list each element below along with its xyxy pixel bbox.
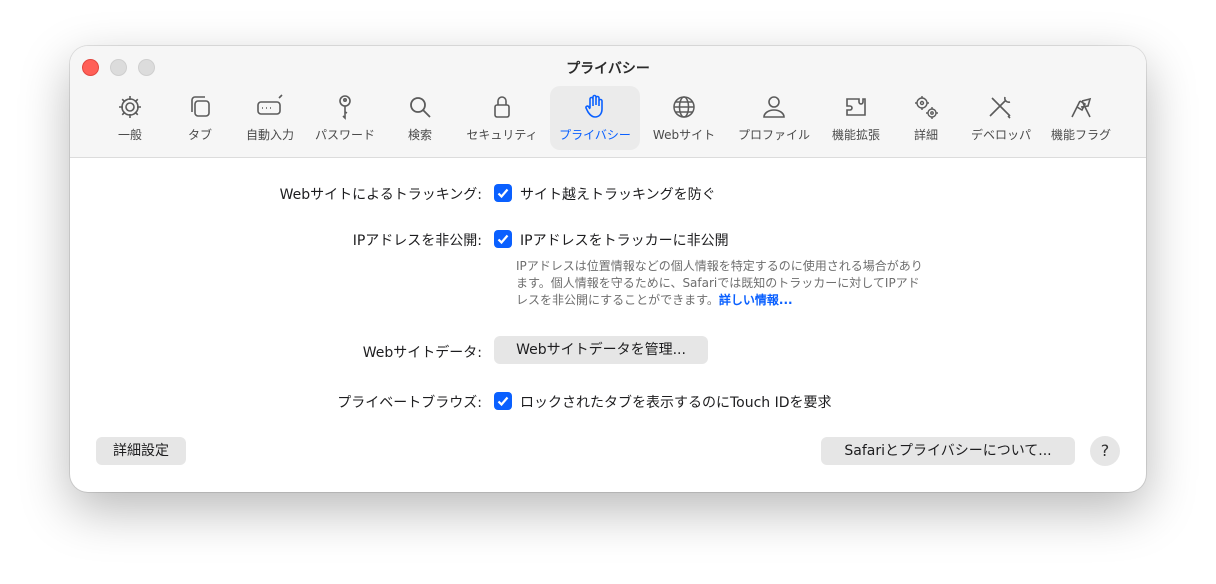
puzzle-icon (841, 92, 871, 122)
private-option-text: ロックされたタブを表示するのにTouch IDを要求 (520, 395, 832, 411)
help-button[interactable]: ? (1090, 436, 1120, 466)
window-title: プライバシー (566, 61, 650, 77)
check-icon (497, 234, 509, 245)
tabs-icon (185, 92, 215, 122)
flags-icon (1066, 92, 1096, 122)
advanced-settings-button[interactable]: 詳細設定 (96, 437, 186, 465)
tab-passwords[interactable]: パスワード (310, 86, 380, 150)
key-icon (330, 92, 360, 122)
search-icon (405, 92, 435, 122)
tab-label: 検索 (407, 128, 432, 142)
tab-extensions[interactable]: 機能拡張 (826, 86, 886, 150)
tab-developer[interactable]: デベロッパ (966, 86, 1036, 150)
tab-privacy[interactable]: プライバシー (550, 86, 640, 150)
titlebar: プライバシー 一般 タブ 自動入力 パスワード 検索 セキュリティ プライバシー… (70, 46, 1146, 158)
prevent-cross-site-tracking-checkbox[interactable] (494, 184, 512, 202)
tab-label: 機能拡張 (831, 128, 880, 142)
tab-label: 機能フラグ (1050, 128, 1111, 142)
tab-label: 一般 (117, 128, 142, 142)
require-touch-id-checkbox[interactable] (494, 392, 512, 410)
tab-label: 自動入力 (245, 128, 294, 142)
tab-profiles[interactable]: プロファイル (734, 86, 814, 150)
check-icon (497, 188, 509, 199)
tab-security[interactable]: セキュリティ (460, 86, 544, 150)
about-safari-privacy-button[interactable]: Safariとプライバシーについて... (821, 437, 1075, 465)
manage-website-data-button[interactable]: Webサイトデータを管理... (494, 336, 708, 364)
hide-ip-checkbox[interactable] (494, 230, 512, 248)
private-browsing-label: プライベートブラウズ: (337, 395, 482, 411)
tab-label: プロファイル (737, 128, 810, 142)
tab-search[interactable]: 検索 (396, 86, 444, 150)
person-icon (759, 92, 789, 122)
tab-label: 詳細 (913, 128, 938, 142)
hand-icon (580, 92, 610, 122)
tracking-label: Webサイトによるトラッキング: (279, 187, 482, 203)
tab-label: Webサイト (652, 128, 716, 142)
ip-option-text: IPアドレスをトラッカーに非公開 (520, 233, 729, 249)
gear-icon (115, 92, 145, 122)
tab-label: プライバシー (559, 128, 631, 142)
tab-autofill[interactable]: 自動入力 (242, 86, 298, 150)
tab-label: デベロッパ (970, 128, 1031, 142)
tab-label: セキュリティ (466, 128, 538, 142)
website-data-label: Webサイトデータ: (362, 345, 482, 361)
tab-feature-flags[interactable]: 機能フラグ (1046, 86, 1116, 150)
check-icon (497, 396, 509, 407)
tab-advanced[interactable]: 詳細 (904, 86, 948, 150)
tools-icon (986, 92, 1016, 122)
tab-label: パスワード (314, 128, 375, 142)
tab-tabs[interactable]: タブ (176, 86, 224, 150)
preferences-window: プライバシー 一般 タブ 自動入力 パスワード 検索 セキュリティ プライバシー… (70, 46, 1146, 492)
gears-icon (911, 92, 941, 122)
lock-icon (487, 92, 517, 122)
privacy-pane: Webサイトによるトラッキング: サイト越えトラッキングを防ぐ IPアドレスを非… (70, 158, 1146, 492)
preferences-toolbar: 一般 タブ 自動入力 パスワード 検索 セキュリティ プライバシー Webサイト… (70, 86, 1146, 152)
autofill-icon (255, 92, 285, 122)
tab-label: タブ (187, 128, 212, 142)
tab-websites[interactable]: Webサイト (648, 86, 720, 150)
ip-label: IPアドレスを非公開: (352, 233, 482, 249)
globe-icon (669, 92, 699, 122)
learn-more-link[interactable]: 詳しい情報... (719, 293, 793, 307)
tracking-option-text: サイト越えトラッキングを防ぐ (520, 187, 716, 203)
tab-general[interactable]: 一般 (106, 86, 154, 150)
ip-description: IPアドレスは位置情報などの個人情報を特定するのに使用される場合があり ます。個… (516, 259, 923, 307)
